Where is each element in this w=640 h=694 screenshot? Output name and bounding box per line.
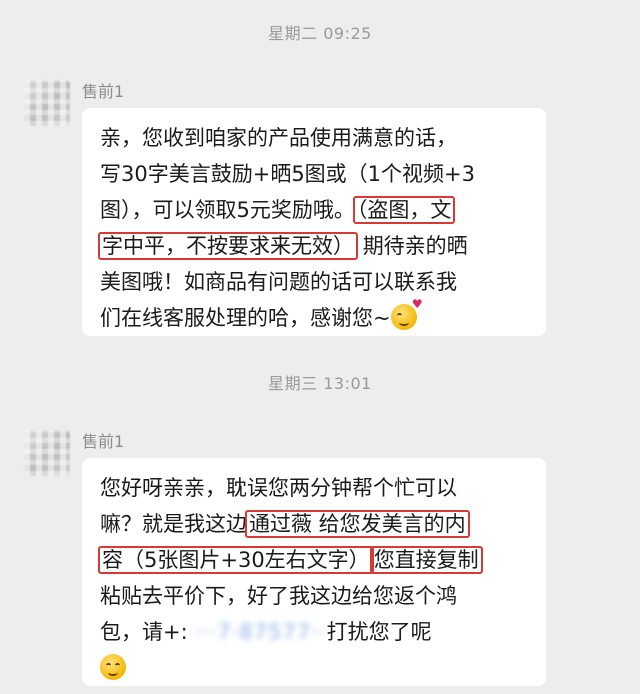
message-line: 嘛？就是我这边通过薇 给您发美言的内 bbox=[100, 506, 528, 542]
sender-name: 售前1 bbox=[82, 82, 125, 101]
message-text: 嘛？就是我这边 bbox=[100, 512, 247, 536]
timestamp: 星期三 13:01 bbox=[268, 374, 372, 393]
message-text: 包，请+: bbox=[100, 620, 188, 644]
message-line: 们在线客服处理的哈，感谢您~ ♥ bbox=[100, 298, 528, 336]
message-line bbox=[100, 650, 528, 686]
avatar[interactable] bbox=[24, 80, 70, 126]
message-bubble[interactable]: 亲，您收到咱家的产品使用满意的话， 写30字美言鼓励+晒5图或（1个视频+3 图… bbox=[82, 108, 546, 336]
message-line: 美图哦！如商品有问题的话可以联系我 bbox=[100, 270, 457, 294]
message-text: 图），可以领取5元奖励哦。 bbox=[100, 198, 355, 222]
message-line: 亲，您收到咱家的产品使用满意的话， bbox=[100, 126, 457, 150]
message-line: 粘贴去平价下，好了我这边给您返个鸿 bbox=[100, 584, 457, 608]
highlight-box: 容（5张图片+30左右文字） bbox=[98, 546, 374, 574]
message-text: 们在线客服处理的哈，感谢您~ bbox=[100, 306, 391, 330]
message-line: 容（5张图片+30左右文字） 您直接复制 bbox=[98, 542, 528, 578]
message-bubble[interactable]: 您好呀亲亲，耽误您两分钟帮个忙可以 嘛？就是我这边通过薇 给您发美言的内 容（5… bbox=[82, 458, 546, 686]
highlight-box: 通过薇 给您发美言的内 bbox=[245, 510, 470, 538]
laughing-emoji-icon bbox=[100, 654, 126, 680]
message-line: 图），可以领取5元奖励哦。（盗图，文 bbox=[100, 192, 528, 228]
message-line: 写30字美言鼓励+晒5图或（1个视频+3 bbox=[100, 162, 475, 186]
blushing-kiss-emoji-icon: ♥ bbox=[390, 298, 423, 330]
message-text: 打扰您了呢 bbox=[326, 620, 432, 644]
highlight-box: （盗图，文 bbox=[352, 196, 456, 224]
message-line: 包，请+: ···7·87577··打扰您了呢 bbox=[100, 614, 528, 650]
message-text: 期待亲的晒 bbox=[362, 234, 468, 258]
highlight-box: 您直接复制 bbox=[369, 546, 483, 574]
redacted-contact: ···7·87577·· bbox=[194, 620, 327, 644]
highlight-box: 字中平，不按要求来无效） bbox=[98, 232, 358, 260]
timestamp: 星期二 09:25 bbox=[268, 24, 372, 43]
message-line: 您好呀亲亲，耽误您两分钟帮个忙可以 bbox=[100, 476, 457, 500]
message-line: 字中平，不按要求来无效） 期待亲的晒 bbox=[98, 228, 528, 264]
avatar[interactable] bbox=[24, 430, 70, 476]
sender-name: 售前1 bbox=[82, 432, 125, 451]
